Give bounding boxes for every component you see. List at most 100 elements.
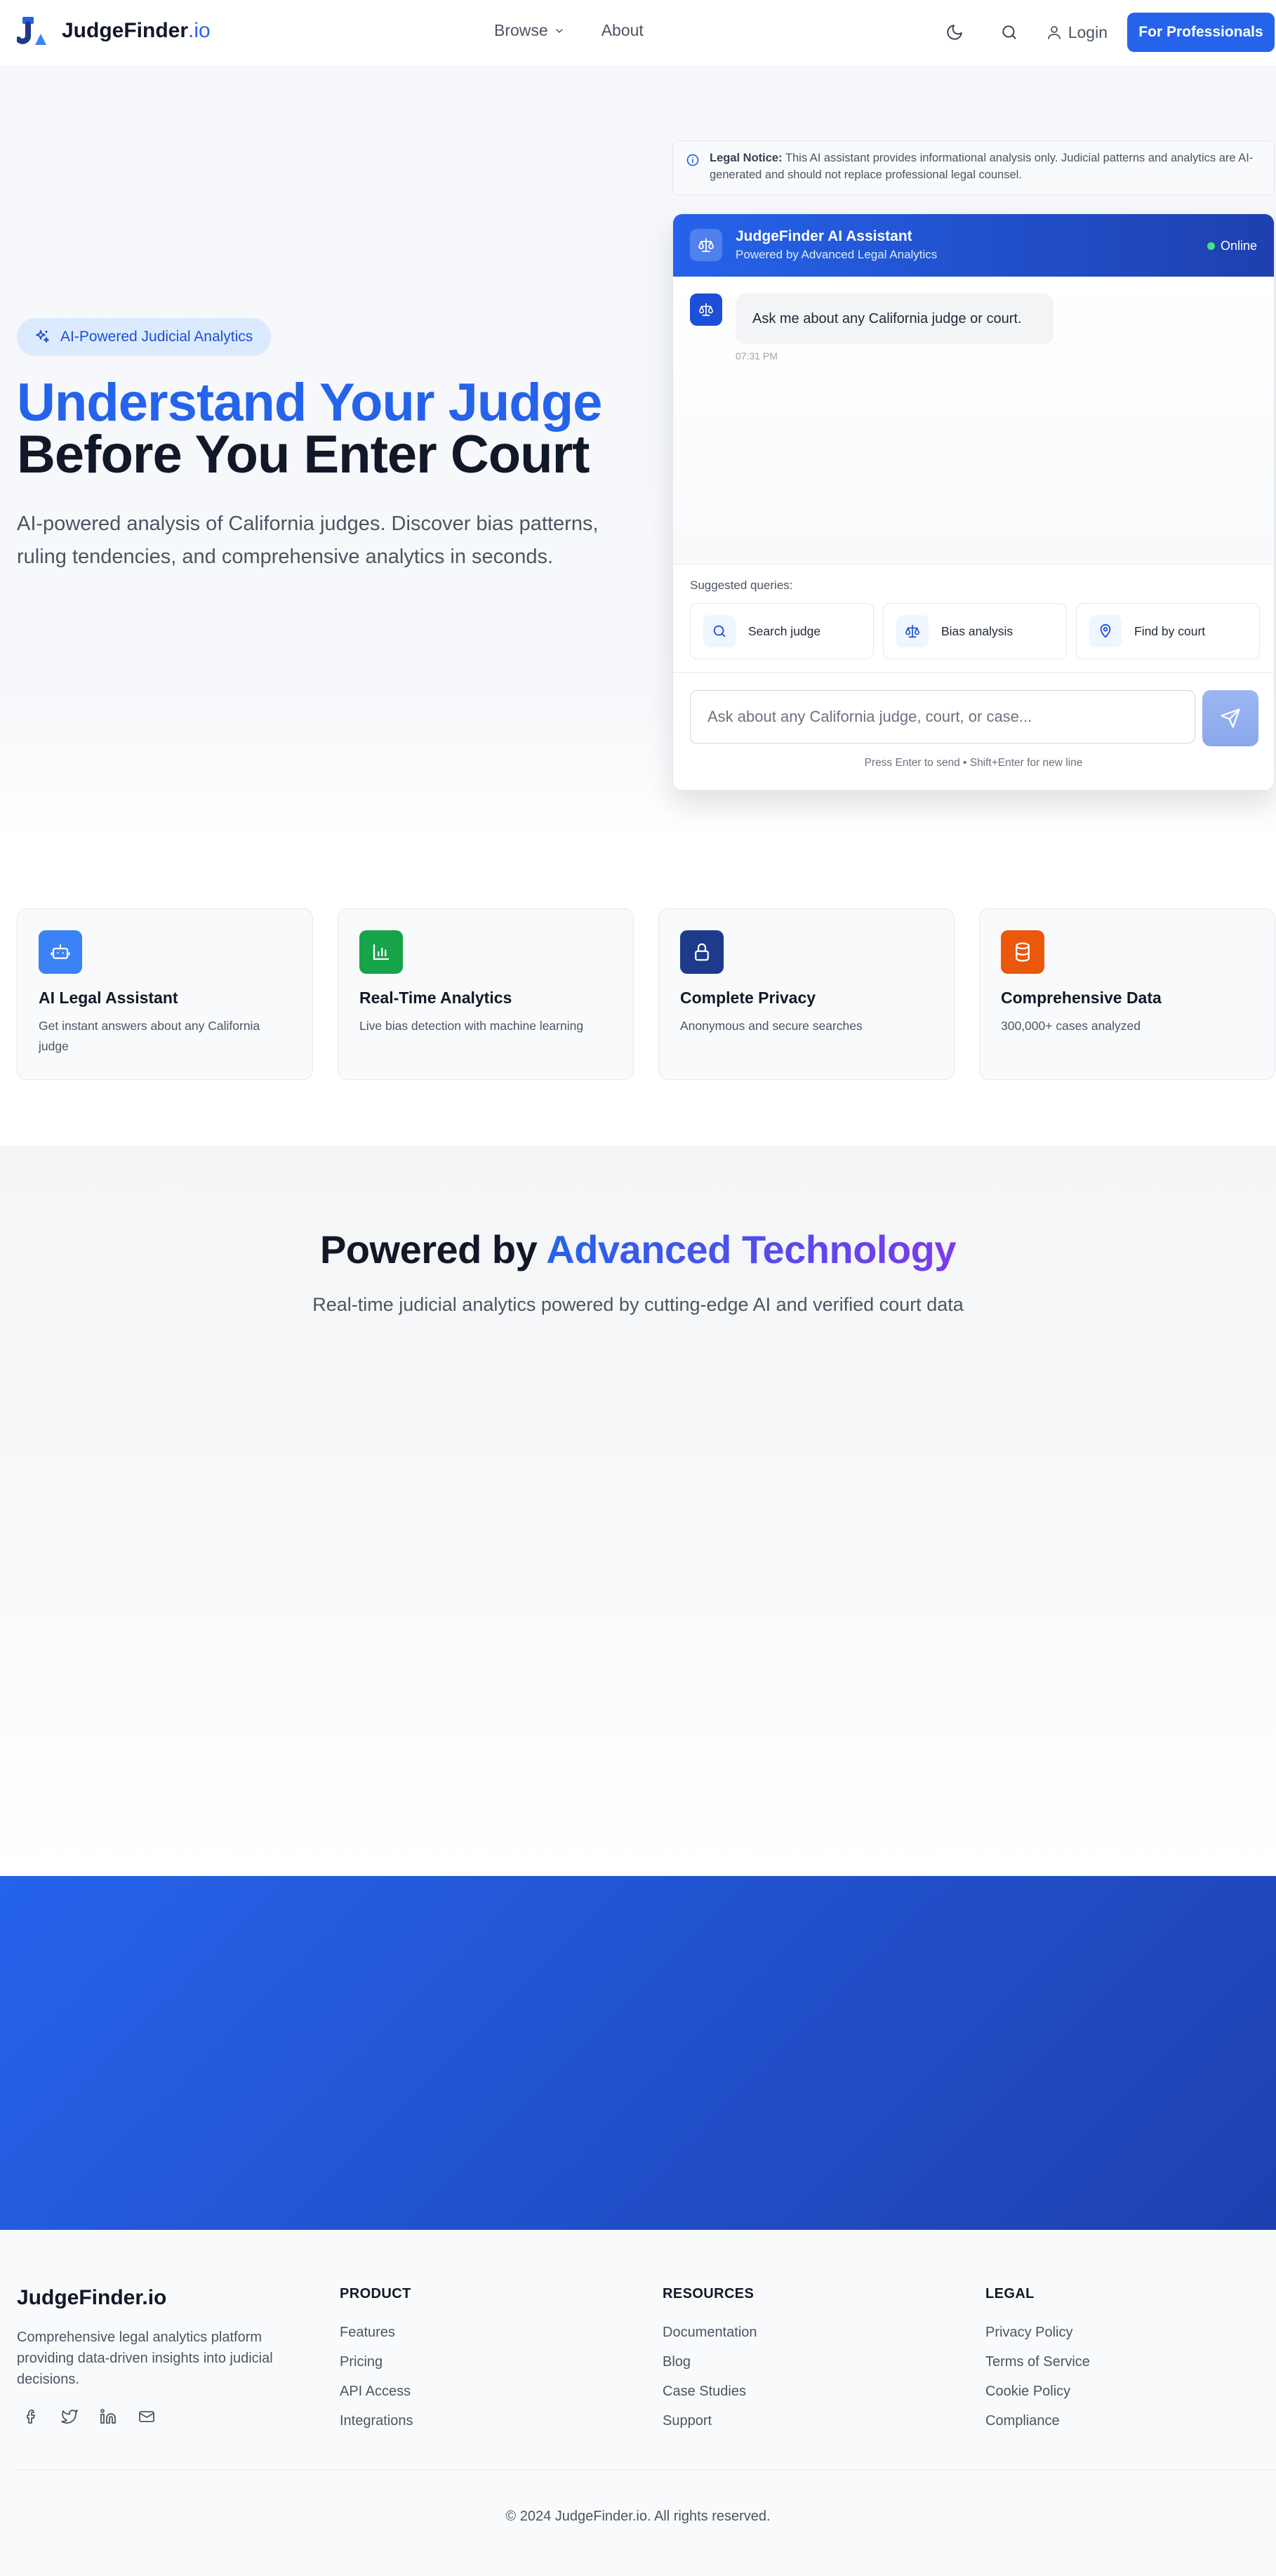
feature-description: Get instant answers about any California… [39,1019,260,1053]
chat-header: JudgeFinder AI Assistant Powered by Adva… [673,214,1274,277]
social-links [17,2408,312,2425]
suggestion-search-judge[interactable]: Search judge [690,603,874,659]
footer-heading: PRODUCT [340,2286,411,2301]
feature-card-privacy: Complete Privacy Anonymous and secure se… [658,909,955,1080]
footer-link[interactable]: Pricing [340,2347,413,2377]
feature-title: Comprehensive Data [1001,989,1162,1007]
feature-card-analytics: Real-Time Analytics Live bias detection … [338,909,634,1080]
cta-banner [0,1876,1276,2230]
feature-title: Complete Privacy [680,989,816,1007]
feature-title: AI Legal Assistant [39,989,178,1007]
footer-link[interactable]: Privacy Policy [985,2318,1090,2347]
feature-description: Live bias detection with machine learnin… [359,1019,584,1033]
info-icon [686,153,700,167]
suggestion-find-by-court[interactable]: Find by court [1076,603,1260,659]
lock-icon [680,930,724,974]
legal-notice-label: Legal Notice: [710,152,783,164]
login-label: Login [1068,22,1108,41]
suggestion-label: Search judge [748,623,821,638]
copyright: © 2024 JudgeFinder.io. All rights reserv… [505,2509,771,2524]
online-status: Online [1207,239,1257,253]
scale-icon [698,302,714,317]
technology-subtitle: Real-time judicial analytics powered by … [312,1294,964,1315]
footer-link[interactable]: Compliance [985,2406,1090,2436]
technology-heading: Powered by Advanced Technology [319,1227,957,1272]
footer-column-resources: RESOURCES Documentation Blog Case Studie… [663,2286,757,2436]
hero-section: AI-Powered Judicial Analytics Understand… [0,68,1276,844]
footer-brand: JudgeFinder.io [17,2286,167,2309]
chevron-down-icon [554,25,565,37]
footer-column-product: PRODUCT Features Pricing API Access Inte… [340,2286,413,2436]
ai-chat-widget: JudgeFinder AI Assistant Powered by Adva… [672,213,1275,791]
legal-notice-text: This AI assistant provides informational… [710,152,1254,181]
online-label: Online [1220,239,1257,253]
footer-link[interactable]: API Access [340,2377,413,2406]
brand-logo-link[interactable]: JudgeFinder.io [17,15,211,46]
facebook-icon[interactable] [22,2408,39,2425]
search-icon [703,615,736,647]
hero-headline: Understand Your Judge Before You Enter C… [17,373,602,482]
linkedin-icon[interactable] [100,2408,117,2425]
suggestion-label: Bias analysis [941,623,1014,638]
footer-about: Comprehensive legal analytics platform p… [17,2330,273,2387]
footer-link[interactable]: Case Studies [663,2377,757,2406]
suggested-queries-label: Suggested queries: [690,579,793,592]
mail-icon[interactable] [138,2408,156,2425]
hero-subtitle: AI-powered analysis of California judges… [17,513,599,568]
logo-icon [17,15,49,46]
twitter-icon[interactable] [60,2408,79,2425]
site-footer: JudgeFinder.io Comprehensive legal analy… [0,2230,1276,2576]
footer-link[interactable]: Support [663,2406,757,2436]
scale-icon [896,615,929,647]
for-professionals-button[interactable]: For Professionals [1127,13,1275,52]
message-timestamp: 07:31 PM [736,350,778,362]
scale-icon [690,229,722,261]
user-icon [1046,24,1063,41]
chat-input[interactable] [690,690,1195,744]
footer-link[interactable]: Features [340,2318,413,2347]
search-icon [1000,23,1018,41]
login-link[interactable]: Login [1046,23,1108,42]
brand-name: JudgeFinder.io [62,19,211,42]
sparkles-icon [34,329,51,345]
input-hint: Press Enter to send • Shift+Enter for ne… [864,757,1083,769]
footer-link[interactable]: Documentation [663,2318,757,2347]
search-button[interactable] [995,18,1023,46]
dark-mode-toggle[interactable] [941,18,969,46]
hero-badge: AI-Powered Judicial Analytics [17,318,271,356]
bot-icon [39,930,82,974]
footer-heading: RESOURCES [663,2286,755,2301]
suggestion-label: Find by court [1134,623,1206,638]
suggestion-bias-analysis[interactable]: Bias analysis [883,603,1067,659]
technology-section: Powered by Advanced Technology Real-time… [0,1146,1276,1876]
chat-title: JudgeFinder AI Assistant [736,228,912,244]
browse-label: Browse [494,21,548,39]
footer-link[interactable]: Terms of Service [985,2347,1090,2377]
feature-description: Anonymous and secure searches [680,1019,863,1033]
suggested-queries: Suggested queries: Search judge Bias ana… [673,564,1274,673]
feature-card-data: Comprehensive Data 300,000+ cases analyz… [979,909,1275,1080]
footer-divider [17,2469,1276,2470]
headline-line-1: Understand Your Judge [17,373,602,432]
legal-notice: Legal Notice: This AI assistant provides… [672,140,1275,195]
send-icon [1220,708,1241,729]
chat-messages[interactable]: Ask me about any California judge or cou… [673,277,1274,564]
footer-link[interactable]: Blog [663,2347,757,2377]
footer-link[interactable]: Cookie Policy [985,2377,1090,2406]
top-navbar: JudgeFinder.io Browse About Login For Pr… [0,0,1276,67]
feature-description: 300,000+ cases analyzed [1001,1019,1141,1033]
bar-chart-icon [359,930,403,974]
feature-card-ai-assistant: AI Legal Assistant Get instant answers a… [17,909,313,1080]
footer-link[interactable]: Integrations [340,2406,413,2436]
moon-icon [945,23,964,41]
send-button[interactable] [1202,690,1258,746]
bot-avatar [690,293,722,326]
bot-message: Ask me about any California judge or cou… [736,293,1054,344]
map-pin-icon [1089,615,1122,647]
footer-column-legal: LEGAL Privacy Policy Terms of Service Co… [985,2286,1090,2436]
browse-menu[interactable]: Browse [494,21,565,40]
features-section: AI Legal Assistant Get instant answers a… [0,844,1276,1146]
chat-subtitle: Powered by Advanced Legal Analytics [736,248,938,261]
database-icon [1001,930,1044,974]
about-link[interactable]: About [602,21,644,40]
